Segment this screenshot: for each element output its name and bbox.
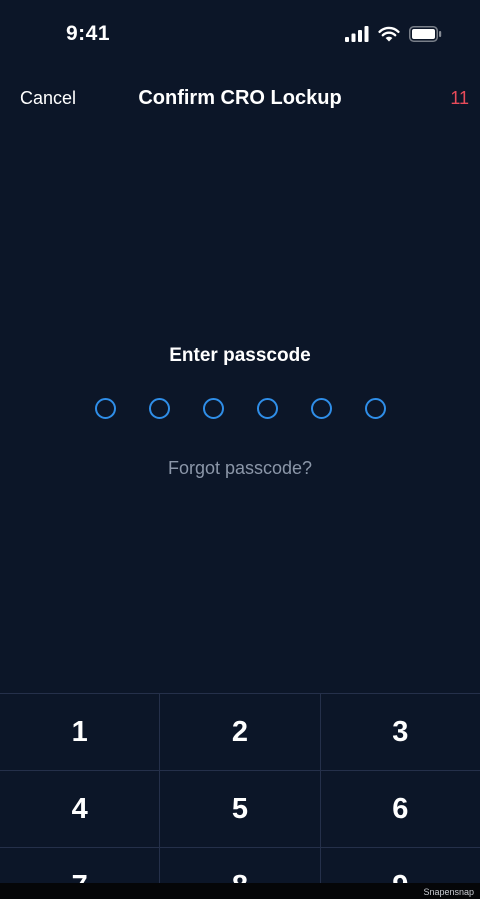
forgot-passcode-link[interactable]: Forgot passcode? xyxy=(0,458,480,479)
cellular-signal-icon xyxy=(345,26,369,47)
status-icons xyxy=(345,26,442,47)
numeric-keypad: 123456789 xyxy=(0,693,480,884)
passcode-dot xyxy=(256,398,278,419)
passcode-dot xyxy=(94,398,116,419)
keypad-key-9[interactable]: 9 xyxy=(319,848,480,884)
watermark: Snapensnap xyxy=(423,887,474,897)
countdown-counter: 11 xyxy=(450,88,469,108)
keypad-key-8[interactable]: 8 xyxy=(159,848,319,884)
passcode-dot xyxy=(148,398,170,419)
wifi-icon xyxy=(378,26,400,47)
passcode-dot xyxy=(310,398,332,419)
keypad-row: 456 xyxy=(0,771,480,848)
nav-bar: Cancel Confirm CRO Lockup 11 xyxy=(0,78,480,120)
keypad-row: 789 xyxy=(0,848,480,884)
battery-icon xyxy=(409,26,442,47)
passcode-dots xyxy=(0,398,480,419)
keypad-key-4[interactable]: 4 xyxy=(0,771,159,847)
keypad-key-2[interactable]: 2 xyxy=(159,694,319,770)
keypad-key-3[interactable]: 3 xyxy=(319,694,480,770)
status-time: 9:41 xyxy=(66,22,111,45)
page-title: Confirm CRO Lockup xyxy=(138,87,342,109)
keypad-row: 123 xyxy=(0,694,480,771)
status-bar: 9:41 xyxy=(0,0,480,70)
keypad-key-1[interactable]: 1 xyxy=(0,694,159,770)
keypad-key-5[interactable]: 5 xyxy=(159,771,319,847)
footer-bar: Snapensnap xyxy=(0,883,480,899)
keypad-key-7[interactable]: 7 xyxy=(0,848,159,885)
keypad-key-6[interactable]: 6 xyxy=(319,771,480,847)
passcode-dot xyxy=(202,398,224,419)
passcode-dot xyxy=(364,398,386,419)
passcode-prompt: Enter passcode xyxy=(169,345,311,366)
